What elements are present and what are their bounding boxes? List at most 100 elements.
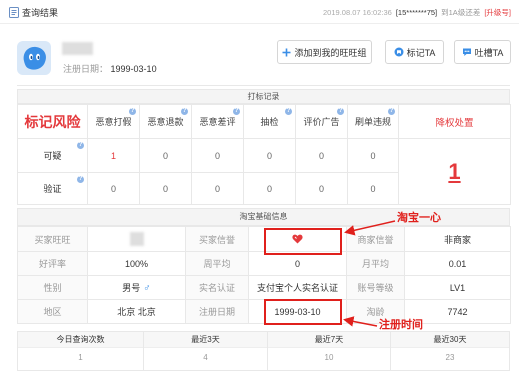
info-value: 支付宝个人实名认证 (248, 275, 347, 300)
buyer-name-redacted (62, 42, 93, 55)
marks-table: 标记风险 恶意打假 恶意退款 恶意差评 抽检 评价广告 刷单违规 降权处置 可疑… (17, 104, 511, 205)
mark-button-label: 标记TA (406, 47, 436, 58)
value-cell: 0 (295, 172, 348, 205)
col-header-label: 恶意打假 (95, 117, 132, 127)
row-label-cell: 验证 (17, 172, 88, 205)
info-label: 买家信誉 (185, 226, 249, 252)
help-icon[interactable] (181, 108, 188, 115)
query-meta: 2019.08.07 16:02:36 [15*******75] 到1A级还差… (323, 7, 511, 19)
help-icon[interactable] (337, 108, 344, 115)
stat-header: 最近7天 (268, 332, 390, 348)
stat-value: 23 (445, 353, 455, 362)
account-number: [15*******75] (395, 8, 438, 17)
row-label: 可疑 (43, 151, 62, 161)
stat-header: 最近3天 (144, 332, 267, 348)
male-icon (143, 283, 151, 294)
query-time: 2019.08.07 16:02:36 (323, 8, 392, 17)
avatar (17, 41, 51, 75)
reg-date-value: 1999-03-10 (110, 64, 157, 74)
row-label: 验证 (43, 184, 62, 194)
col-header: 抽检 (243, 104, 296, 139)
col-header: 恶意退款 (139, 104, 192, 139)
stat-30-days: 最近30天 23 (391, 332, 509, 370)
divider (17, 85, 510, 86)
info-label: 地区 (17, 299, 88, 324)
table-row: 性别 男号 实名认证 支付宝个人实名认证 账号等级 LV1 (17, 275, 511, 300)
risk-title: 标记风险 (17, 104, 88, 139)
col-header-label: 评价广告 (303, 117, 340, 127)
plus-icon (282, 48, 291, 56)
add-to-wangwang-group-button[interactable]: 添加到我的旺旺组 (277, 40, 372, 64)
stat-today: 今日查询次数 1 (18, 332, 144, 370)
document-icon (9, 7, 19, 18)
stat-header: 今日查询次数 (18, 332, 143, 348)
table-row: 好评率 100% 周平均 0 月平均 0.01 (17, 251, 511, 276)
value-cell: 0 (139, 138, 192, 173)
stat-7-days: 最近7天 10 (268, 332, 391, 370)
value-cell: 0 (191, 172, 244, 205)
page-title: 查询结果 (22, 8, 59, 18)
value-cell: 0 (191, 138, 244, 173)
row-label-cell: 可疑 (17, 138, 88, 173)
value-cell: 1 (87, 138, 140, 173)
info-label: 商家信誉 (346, 226, 405, 252)
info-value: LV1 (404, 275, 511, 300)
profile-reg-date: 注册日期： 1999-03-10 (63, 63, 157, 75)
help-icon[interactable] (77, 142, 84, 149)
section-title-marks: 打标记录 (17, 89, 510, 104)
info-label: 月平均 (346, 251, 405, 276)
value-cell: 0 (347, 138, 399, 173)
stat-header: 最近30天 (391, 332, 509, 348)
tag-icon (394, 47, 404, 57)
mark-ta-button[interactable]: 标记TA (385, 40, 444, 64)
stat-3-days: 最近3天 4 (144, 332, 268, 370)
info-label: 注册日期 (185, 299, 249, 324)
highlight-box-reg-date (264, 299, 342, 325)
add-button-label: 添加到我的旺旺组 (294, 47, 367, 58)
help-icon[interactable] (388, 108, 395, 115)
value-cell: 0 (243, 172, 296, 205)
info-value: 非商家 (404, 226, 511, 252)
complain-button-label: 吐槽TA (474, 47, 504, 58)
info-label: 好评率 (17, 251, 88, 276)
help-icon[interactable] (233, 108, 240, 115)
table-header-row: 标记风险 恶意打假 恶意退款 恶意差评 抽检 评价广告 刷单违规 降权处置 (17, 104, 511, 139)
annotation-credit: 淘宝一心 (397, 212, 441, 224)
help-icon[interactable] (77, 176, 84, 183)
col-header: 恶意差评 (191, 104, 244, 139)
value-cell: 0 (243, 138, 296, 173)
col-header-label: 抽检 (260, 117, 279, 127)
col-header-label: 恶意退款 (147, 117, 184, 127)
value-cell: 0 (139, 172, 192, 205)
info-value: 0 (248, 251, 347, 276)
penalty-count-link[interactable]: 1 (448, 159, 460, 184)
col-header-label: 恶意差评 (199, 117, 236, 127)
stat-value: 10 (324, 353, 334, 362)
gender-value: 男号 (122, 283, 141, 293)
help-icon[interactable] (129, 108, 136, 115)
value-cell: 0 (295, 138, 348, 173)
info-value: 北京 北京 (87, 299, 186, 324)
buyer-wangwang-redacted (129, 232, 144, 246)
reg-date-label: 注册日期： (63, 64, 109, 74)
col-header: 恶意打假 (87, 104, 140, 139)
highlight-box-credit (264, 228, 342, 255)
info-label: 实名认证 (185, 275, 249, 300)
info-value: 0.01 (404, 251, 511, 276)
info-label: 周平均 (185, 251, 249, 276)
upgrade-link[interactable]: [升级号] (484, 7, 511, 19)
table-row: 可疑 1 0 0 0 0 0 1 (17, 138, 511, 205)
info-label: 买家旺旺 (17, 226, 88, 252)
complain-ta-button[interactable]: 吐槽TA (454, 40, 511, 64)
penalty-title: 降权处置 (398, 104, 511, 139)
upgrade-hint: 到1A级还差 (441, 8, 481, 17)
stat-value: 1 (78, 353, 83, 362)
comment-icon (462, 48, 471, 56)
col-header: 评价广告 (295, 104, 348, 139)
col-header-label: 刷单违规 (354, 117, 391, 127)
col-header: 刷单违规 (347, 104, 399, 139)
query-stats: 今日查询次数 1 最近3天 4 最近7天 10 最近30天 23 (17, 331, 510, 371)
info-label: 性别 (17, 275, 88, 300)
help-icon[interactable] (285, 108, 292, 115)
info-label: 账号等级 (346, 275, 405, 300)
